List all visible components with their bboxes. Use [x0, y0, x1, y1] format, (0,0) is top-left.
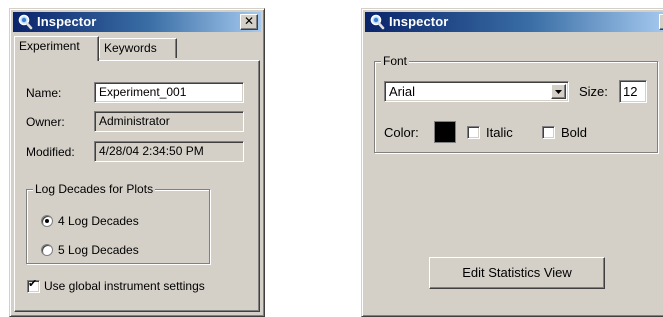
use-global-settings-checkbox[interactable]: ✔: [27, 278, 40, 293]
inspector-window-font: Inspector ✕ Font Arial Size: 12 Color: I…: [361, 8, 663, 317]
title-bar[interactable]: Inspector ✕: [365, 12, 663, 32]
close-button[interactable]: ✕: [240, 14, 258, 30]
tab-label: Experiment: [19, 39, 80, 53]
modified-label: Modified:: [26, 145, 75, 159]
radio-4-log-decades[interactable]: [41, 215, 53, 227]
bold-label[interactable]: Bold: [561, 125, 587, 140]
edit-statistics-view-button[interactable]: Edit Statistics View: [429, 257, 605, 289]
tab-label: Keywords: [104, 41, 157, 55]
italic-label[interactable]: Italic: [486, 125, 513, 140]
color-label: Color:: [384, 125, 419, 140]
radio-5-log-decades-label[interactable]: 5 Log Decades: [58, 243, 139, 257]
close-button[interactable]: ✕: [659, 14, 663, 30]
italic-checkbox[interactable]: [467, 126, 480, 139]
dropdown-button[interactable]: [551, 84, 566, 99]
magnifier-icon: [17, 14, 33, 30]
font-color-swatch[interactable]: [434, 121, 456, 143]
radio-selected-dot: [45, 219, 49, 223]
log-decades-group-title: Log Decades for Plots: [33, 182, 156, 196]
font-family-select[interactable]: Arial: [384, 81, 569, 102]
tab-keywords[interactable]: Keywords: [99, 38, 177, 58]
name-field[interactable]: Experiment_001: [94, 82, 244, 103]
size-label: Size:: [579, 84, 608, 99]
tab-experiment[interactable]: Experiment: [14, 36, 99, 61]
use-global-settings-label[interactable]: Use global instrument settings: [44, 279, 205, 293]
owner-field: Administrator: [94, 111, 244, 132]
radio-4-log-decades-label[interactable]: 4 Log Decades: [58, 214, 139, 228]
font-family-value: Arial: [389, 84, 416, 99]
bold-checkbox[interactable]: [542, 126, 555, 139]
window-title: Inspector: [389, 14, 449, 29]
radio-5-log-decades[interactable]: [41, 244, 53, 256]
name-label: Name:: [26, 86, 62, 100]
checkmark-icon: ✔: [28, 278, 38, 290]
modified-field: 4/28/04 2:34:50 PM: [94, 141, 244, 162]
close-icon: ✕: [243, 14, 255, 28]
inspector-window-experiment: Inspector ✕ Experiment Keywords Name: Ex…: [9, 8, 265, 317]
magnifier-icon: [369, 14, 385, 30]
font-group-title: Font: [381, 54, 410, 68]
font-size-field[interactable]: 12: [619, 80, 647, 103]
owner-label: Owner:: [26, 115, 65, 129]
chevron-down-icon: [555, 90, 562, 94]
window-title: Inspector: [37, 14, 97, 29]
title-bar[interactable]: Inspector ✕: [13, 12, 261, 32]
